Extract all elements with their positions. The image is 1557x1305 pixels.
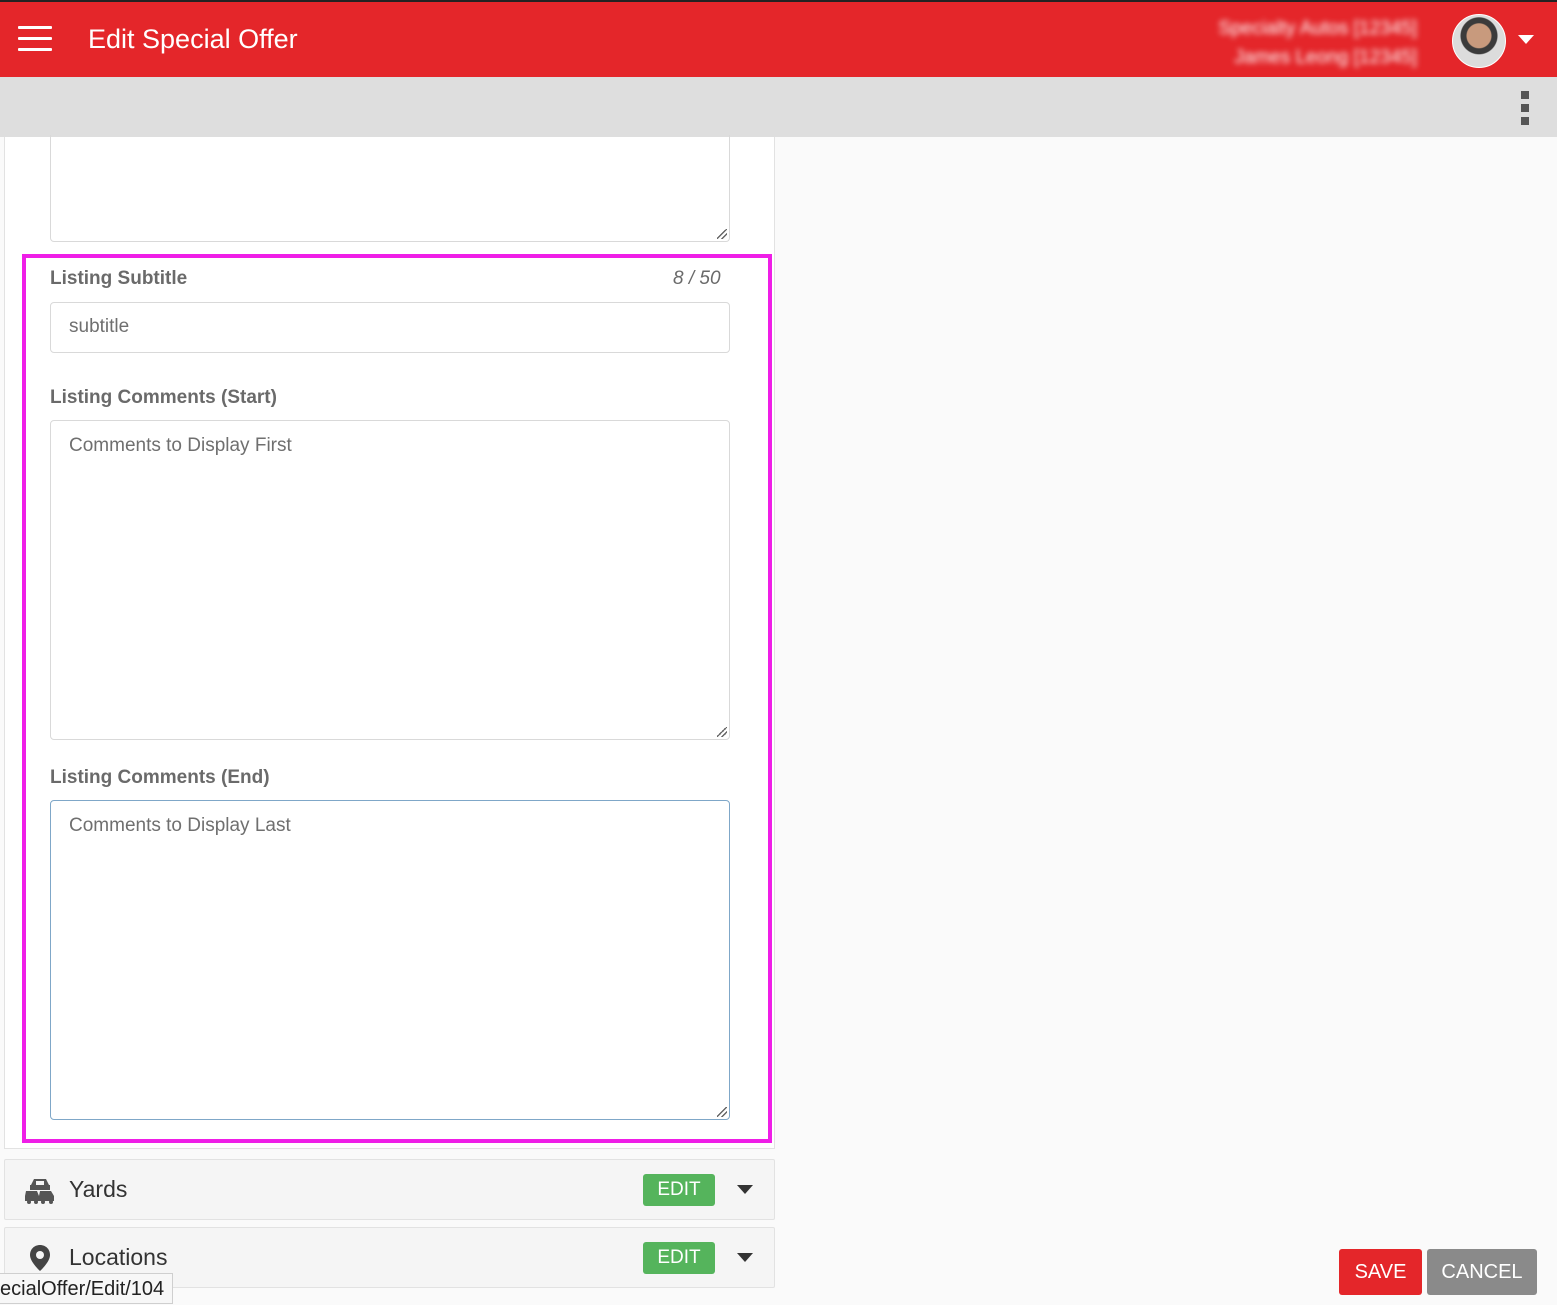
status-bar-url: ecialOffer/Edit/104 bbox=[0, 1273, 174, 1304]
user-info: Specialty Autos [12345] James Leong [123… bbox=[1218, 14, 1417, 72]
page-title: Edit Special Offer bbox=[88, 24, 298, 54]
listing-subtitle-label: Listing Subtitle bbox=[50, 268, 188, 289]
user-name: James Leong [12345] bbox=[1234, 47, 1417, 68]
listing-comments-start-textarea[interactable]: Comments to Display First bbox=[50, 420, 730, 740]
comments-end-placeholder: Comments to Display Last bbox=[69, 815, 291, 836]
listing-comments-end-textarea[interactable]: Comments to Display Last bbox=[50, 800, 730, 1120]
save-button[interactable]: SAVE bbox=[1339, 1249, 1422, 1295]
yards-title: Yards bbox=[69, 1176, 128, 1202]
subtitle-char-counter: 8 / 50 bbox=[673, 268, 721, 289]
chevron-down-icon[interactable] bbox=[737, 1253, 753, 1262]
comments-start-placeholder: Comments to Display First bbox=[69, 435, 292, 456]
app-header: Edit Special Offer Specialty Autos [1234… bbox=[0, 0, 1557, 77]
toolbar bbox=[0, 77, 1557, 137]
yards-edit-button[interactable]: EDIT bbox=[643, 1174, 715, 1206]
listing-subtitle-input[interactable]: subtitle bbox=[50, 302, 730, 353]
hamburger-icon[interactable] bbox=[18, 26, 52, 54]
vertical-dots-icon[interactable] bbox=[1515, 91, 1535, 125]
chevron-down-icon[interactable] bbox=[737, 1185, 753, 1194]
listing-comments-start-label: Listing Comments (Start) bbox=[50, 387, 277, 408]
form-card: Listing Subtitle 8 / 50 subtitle Listing… bbox=[4, 135, 775, 1149]
resize-handle-icon[interactable] bbox=[717, 727, 727, 737]
user-dealer-name: Specialty Autos [12345] bbox=[1218, 18, 1417, 39]
resize-handle-icon[interactable] bbox=[717, 229, 727, 239]
locations-edit-button[interactable]: EDIT bbox=[643, 1242, 715, 1274]
avatar[interactable] bbox=[1452, 14, 1506, 68]
caret-down-icon[interactable] bbox=[1518, 35, 1534, 44]
yards-section[interactable]: Yards EDIT bbox=[4, 1159, 775, 1220]
map-pin-icon bbox=[30, 1245, 50, 1271]
resize-handle-icon[interactable] bbox=[717, 1107, 727, 1117]
previous-textarea[interactable] bbox=[50, 135, 730, 242]
listing-comments-end-label: Listing Comments (End) bbox=[50, 767, 270, 788]
cars-icon bbox=[25, 1179, 54, 1204]
cancel-button[interactable]: CANCEL bbox=[1427, 1249, 1537, 1295]
locations-title: Locations bbox=[69, 1244, 168, 1270]
